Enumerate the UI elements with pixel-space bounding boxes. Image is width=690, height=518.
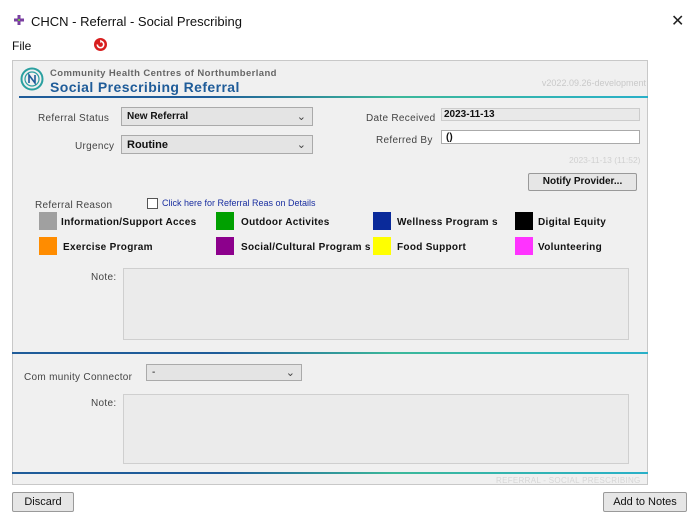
date-received-value: 2023-11-13	[444, 109, 495, 120]
window-title: CHCN - Referral - Social Prescribing	[31, 14, 242, 29]
chevron-down-icon: ⌄	[296, 139, 306, 151]
menu-bar: File	[0, 36, 690, 56]
community-connector-label: Com munity Connector	[24, 372, 133, 383]
exit-icon[interactable]	[93, 37, 108, 52]
section-divider	[12, 352, 648, 354]
category-wellness-programs[interactable]: Wellness Program s	[397, 217, 498, 228]
category-exercise-program[interactable]: Exercise Program	[63, 242, 153, 253]
connector-note-textarea[interactable]	[123, 394, 629, 464]
urgency-value: Routine	[127, 139, 168, 151]
date-received-label: Date Received	[366, 113, 436, 124]
community-connector-value: -	[152, 367, 156, 378]
swatch-exercise-program[interactable]	[39, 237, 57, 255]
footer-tag: REFERRAL - SOCIAL PRESCRIBING	[496, 476, 641, 485]
referral-note-textarea[interactable]	[123, 268, 629, 340]
referral-status-value: New Referral	[127, 111, 189, 122]
community-connector-select[interactable]: - ⌄	[146, 364, 302, 381]
referred-by-input[interactable]	[441, 130, 640, 144]
discard-button[interactable]: Discard	[12, 492, 74, 512]
referred-by-label: Referred By	[376, 135, 433, 146]
version-text: v2022.09.26-development	[541, 78, 646, 88]
chevron-down-icon: ⌄	[296, 111, 306, 123]
swatch-social-cultural[interactable]	[216, 237, 234, 255]
close-icon[interactable]: ✕	[671, 11, 684, 31]
category-social-cultural[interactable]: Social/Cultural Program s	[241, 242, 371, 253]
referral-note-label: Note:	[91, 272, 117, 283]
category-volunteering[interactable]: Volunteering	[538, 242, 602, 253]
form-title: Social Prescribing Referral	[50, 79, 240, 95]
category-information-support[interactable]: Information/Support Acces	[61, 217, 196, 228]
swatch-wellness-programs[interactable]	[373, 212, 391, 230]
referral-details-checkbox[interactable]	[147, 198, 158, 209]
header-divider	[19, 96, 648, 98]
referral-status-select[interactable]: New Referral ⌄	[121, 107, 313, 126]
app-icon	[14, 15, 24, 25]
chevron-down-icon: ⌄	[285, 367, 295, 379]
urgency-label: Urgency	[75, 141, 115, 152]
swatch-outdoor-activities[interactable]	[216, 212, 234, 230]
category-outdoor-activities[interactable]: Outdoor Activites	[241, 217, 330, 228]
swatch-digital-equity[interactable]	[515, 212, 533, 230]
add-to-notes-button[interactable]: Add to Notes	[603, 492, 687, 512]
swatch-food-support[interactable]	[373, 237, 391, 255]
footer-divider	[12, 472, 648, 474]
timestamp-text: 2023-11-13 (11:52)	[569, 155, 641, 165]
swatch-volunteering[interactable]	[515, 237, 533, 255]
category-food-support[interactable]: Food Support	[397, 242, 466, 253]
referral-details-checkbox-label[interactable]: Click here for Referral Reas on Details	[162, 198, 316, 208]
org-name: Community Health Centres of Northumberla…	[50, 68, 277, 79]
category-digital-equity[interactable]: Digital Equity	[538, 217, 606, 228]
swatch-information-support[interactable]	[39, 212, 57, 230]
notify-provider-button[interactable]: Notify Provider...	[528, 173, 637, 191]
connector-note-label: Note:	[91, 398, 117, 409]
referral-status-label: Referral Status	[38, 113, 110, 124]
urgency-select[interactable]: Routine ⌄	[121, 135, 313, 154]
referral-reason-label: Referral Reason	[35, 200, 113, 211]
title-bar: CHCN - Referral - Social Prescribing ✕	[0, 0, 690, 34]
chcn-logo-icon	[20, 67, 44, 91]
menu-file[interactable]: File	[12, 39, 31, 53]
